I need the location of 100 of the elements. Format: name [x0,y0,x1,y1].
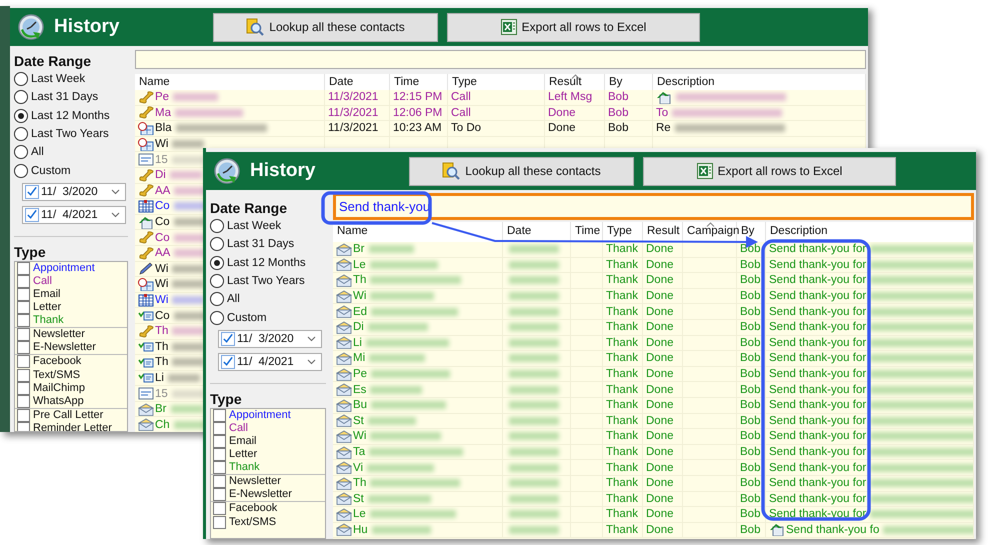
checkbox-option[interactable]: Thank [15,314,127,328]
radio-button[interactable] [210,310,224,325]
toolbar-button[interactable]: Lookup all these contacts [213,12,438,42]
date-picker[interactable]: 11/ 4/2021 [218,352,322,371]
radio-label[interactable]: All [31,146,44,158]
column-header[interactable]: Result [545,74,605,90]
table-cell: Co [155,230,170,245]
search-field[interactable]: Send thank-you [333,193,974,220]
radio-button[interactable] [14,164,28,178]
table-cell: 12:15 PM [393,90,442,104]
note-icon [138,153,154,166]
column-header[interactable]: Campaign [683,222,737,242]
radio-label[interactable]: Last 31 Days [31,91,98,104]
checkbox-option[interactable]: Facebook [15,354,127,369]
table-cell: Send thank-you for [769,320,866,334]
toolbar-button[interactable]: Export all rows to Excel [447,12,700,42]
radio-button[interactable] [210,219,224,234]
checkbox[interactable] [221,332,235,346]
radio-label[interactable]: Last 12 Months [227,256,306,269]
checkbox-option[interactable]: Newsletter [15,327,127,342]
envelope-icon [336,352,352,365]
table-cell: Send thank-you for [769,460,866,475]
checkbox-option[interactable]: Newsletter [211,474,325,488]
radio-button[interactable] [210,274,224,288]
blurred-text [172,264,204,273]
radio-label[interactable]: Last 12 Months [31,110,110,122]
table-cell: Done [548,106,576,120]
envelope-icon [336,508,352,521]
checkbox-option[interactable]: Appointment [15,262,127,275]
table-cell: Co [155,199,170,214]
date-picker[interactable]: 11/ 3/2020 [218,330,322,348]
checkbox-option[interactable]: Email [211,434,325,448]
table-cell: Bob [740,273,760,288]
table-cell: 10:23 AM [393,121,442,136]
column-header[interactable]: Name [333,222,503,242]
date-picker[interactable]: 11/ 4/2021 [22,206,126,224]
table-cell: Done [646,367,674,382]
radio-label[interactable]: Last Week [227,220,282,232]
table-cell: Send thank-you for [769,273,866,288]
radio-label[interactable]: Last Two Years [227,275,305,288]
checkbox-option[interactable]: Appointment [211,408,325,422]
table-cell: Ma [155,106,171,120]
checkbox-option[interactable]: Pre Call Letter [15,408,127,422]
table-cell: Th [155,340,168,354]
checkbox-option[interactable]: E-Newsletter [211,488,325,502]
checkbox-option[interactable]: Email [15,288,127,302]
column-header[interactable]: Type [448,74,545,90]
column-header[interactable]: Time [571,222,603,242]
radio-button[interactable] [14,72,28,86]
radio-button[interactable] [210,237,224,252]
checkbox-option[interactable]: Facebook [211,501,325,516]
table-cell: Thank [606,351,638,366]
radio-label[interactable]: All [227,293,240,306]
radio-button[interactable] [14,108,28,123]
column-header[interactable]: Description [653,74,866,90]
checkbox-option[interactable]: Call [211,422,325,435]
blurred-text [509,323,559,332]
column-header[interactable]: Time [390,74,448,90]
column-header[interactable]: By [605,74,653,90]
column-header[interactable]: Result [643,222,683,242]
table-cell: Li [155,370,164,385]
radio-label[interactable]: Custom [227,312,267,324]
checkbox-option[interactable]: Call [15,274,127,288]
search-field[interactable] [135,50,866,69]
radio-label[interactable]: Last Week [31,73,86,86]
radio-button[interactable] [14,127,28,142]
checkbox-option[interactable]: Thank [211,461,325,474]
checkbox-option[interactable]: Reminder Letter [15,422,127,431]
radio-button[interactable] [210,256,224,270]
table-cell: 12:06 PM [393,106,442,120]
radio-label[interactable]: Last Two Years [31,128,109,140]
checkbox-option[interactable]: WhatsApp [15,394,127,408]
checkbox[interactable] [221,354,235,369]
radio-label[interactable]: Last 31 Days [227,238,294,250]
radio-button[interactable] [14,90,28,104]
date-picker[interactable]: 11/ 3/2020 [22,182,126,201]
checkbox-option[interactable]: Text/SMS [15,368,127,382]
table-cell: Br [155,402,166,416]
table-cell: Bob [740,429,760,444]
checkbox-option[interactable]: Letter [211,448,325,462]
blurred-text [174,234,206,242]
column-header[interactable]: Date [503,222,571,242]
table-cell: Thank [606,382,638,397]
radio-button[interactable] [210,292,224,306]
radio-button[interactable] [14,145,28,160]
checkbox-option[interactable]: E-Newsletter [15,341,127,354]
radio-label[interactable]: Custom [31,164,71,177]
column-header[interactable]: Description [766,222,974,242]
toolbar-button[interactable]: Lookup all these contacts [409,156,634,186]
table-cell: Bob [740,382,760,397]
column-header[interactable]: Date [325,74,390,90]
column-header[interactable]: Name [135,74,325,90]
checkbox-option[interactable]: MailChimp [15,382,127,395]
column-header[interactable]: Type [603,222,643,242]
checkbox[interactable] [25,208,39,222]
envelope-icon [336,476,352,490]
checkbox[interactable] [25,184,39,199]
checkbox-option[interactable]: Letter [15,301,127,314]
toolbar-button[interactable]: Export all rows to Excel [643,156,896,186]
checkbox-option[interactable]: Text/SMS [211,516,325,529]
